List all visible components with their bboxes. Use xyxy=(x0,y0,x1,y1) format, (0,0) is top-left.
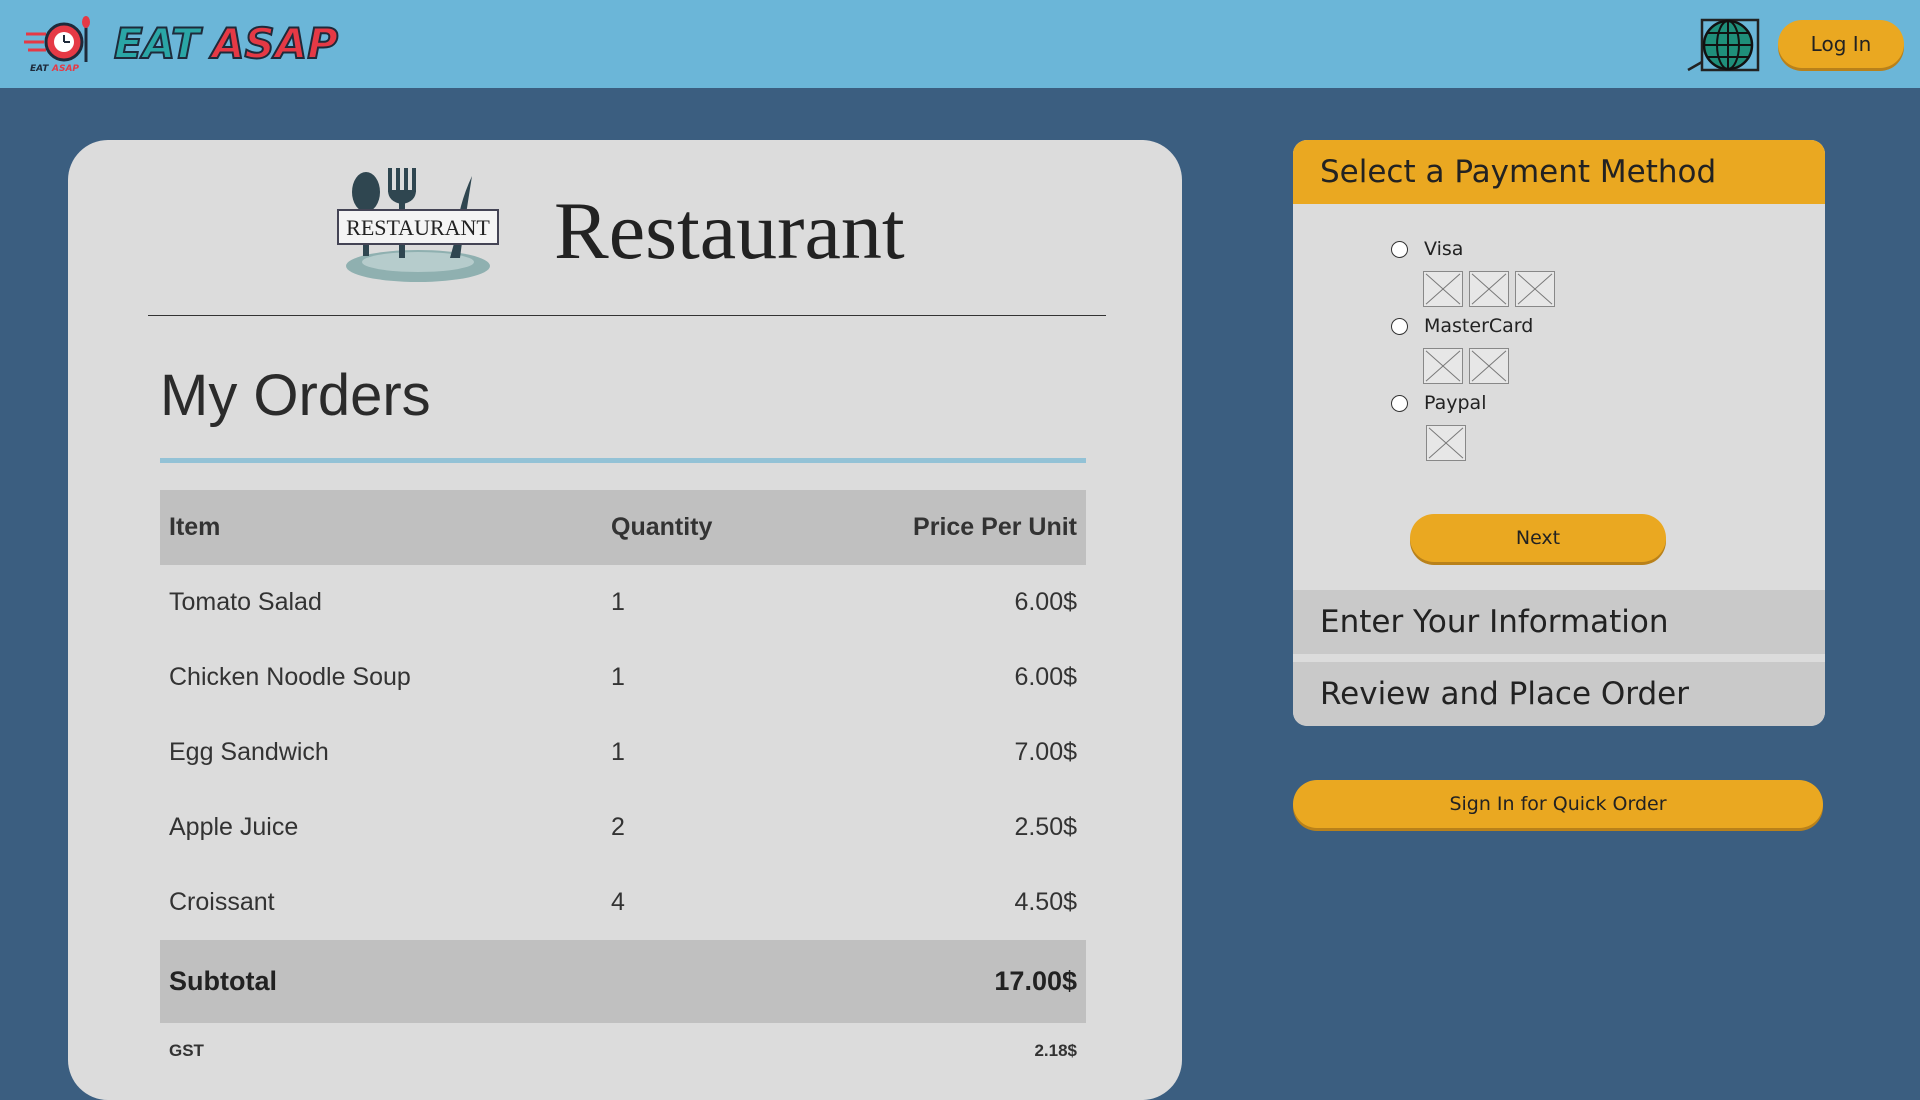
table-row: Tomato Salad 1 6.00$ xyxy=(160,565,1086,640)
page-title: My Orders xyxy=(160,363,431,428)
table-row: Egg Sandwich 1 7.00$ xyxy=(160,715,1086,790)
orders-table: Item Quantity Price Per Unit Tomato Sala… xyxy=(160,490,1086,1079)
svg-text:EAT: EAT xyxy=(114,19,203,68)
visa-radio[interactable] xyxy=(1391,241,1408,258)
column-header-quantity: Quantity xyxy=(611,513,713,541)
item-name: Apple Juice xyxy=(169,813,299,841)
column-header-price: Price Per Unit xyxy=(913,513,1077,541)
visa-label[interactable]: Visa xyxy=(1424,238,1463,260)
globe-icon[interactable] xyxy=(1684,16,1762,74)
next-button[interactable]: Next xyxy=(1410,514,1666,562)
restaurant-name: Restaurant xyxy=(554,185,905,276)
divider xyxy=(148,315,1106,316)
item-price: 6.00$ xyxy=(1014,588,1077,616)
paypal-card-images xyxy=(1426,425,1466,461)
paypal-radio[interactable] xyxy=(1391,395,1408,412)
payment-method-header[interactable]: Select a Payment Method xyxy=(1293,140,1825,204)
restaurant-logo-icon: RESTAURANT xyxy=(337,168,499,282)
top-nav-bar: EAT ASAP EAT ASAP Log In xyxy=(0,0,1920,88)
table-row: Chicken Noodle Soup 1 6.00$ xyxy=(160,640,1086,715)
broken-image-icon xyxy=(1469,271,1509,307)
subtotal-value: 17.00$ xyxy=(994,966,1077,996)
item-price: 6.00$ xyxy=(1014,663,1077,691)
table-row: Apple Juice 2 2.50$ xyxy=(160,790,1086,865)
svg-text:ASAP: ASAP xyxy=(209,19,338,68)
subtotal-row: Subtotal 17.00$ xyxy=(160,940,1086,1023)
broken-image-icon xyxy=(1423,271,1463,307)
mastercard-radio[interactable] xyxy=(1391,318,1408,335)
item-quantity: 1 xyxy=(611,588,625,616)
paypal-label[interactable]: Paypal xyxy=(1424,392,1486,414)
svg-text:EAT: EAT xyxy=(30,64,49,74)
item-quantity: 4 xyxy=(611,888,625,916)
mastercard-card-images xyxy=(1423,348,1509,384)
table-header-row: Item Quantity Price Per Unit xyxy=(160,490,1086,565)
order-card: RESTAURANT Restaurant My Orders Item Qua… xyxy=(68,140,1182,1100)
item-quantity: 2 xyxy=(611,813,625,841)
visa-card-images xyxy=(1423,271,1555,307)
item-price: 7.00$ xyxy=(1014,738,1077,766)
login-button[interactable]: Log In xyxy=(1778,20,1904,68)
title-underline xyxy=(160,458,1086,463)
item-name: Croissant xyxy=(169,888,275,916)
svg-text:ASAP: ASAP xyxy=(51,64,79,74)
gst-row: GST 2.18$ xyxy=(160,1023,1086,1079)
broken-image-icon xyxy=(1469,348,1509,384)
item-price: 2.50$ xyxy=(1014,813,1077,841)
item-quantity: 1 xyxy=(611,738,625,766)
item-name: Chicken Noodle Soup xyxy=(169,663,411,691)
table-row: Croissant 4 4.50$ xyxy=(160,865,1086,940)
column-header-item: Item xyxy=(169,513,221,541)
broken-image-icon xyxy=(1515,271,1555,307)
brand-wordmark[interactable]: EAT ASAP xyxy=(112,14,342,70)
item-name: Egg Sandwich xyxy=(169,738,329,766)
gst-label: GST xyxy=(169,1041,204,1060)
payment-panel: Select a Payment Method Visa MasterCard … xyxy=(1293,140,1825,726)
sign-in-quick-order-button[interactable]: Sign In for Quick Order xyxy=(1293,780,1823,828)
item-price: 4.50$ xyxy=(1014,888,1077,916)
gst-value: 2.18$ xyxy=(1034,1041,1077,1060)
brand-logo-icon[interactable]: EAT ASAP xyxy=(24,14,96,74)
broken-image-icon xyxy=(1426,425,1466,461)
item-name: Tomato Salad xyxy=(169,588,322,616)
enter-information-section[interactable]: Enter Your Information xyxy=(1293,590,1825,654)
review-order-section[interactable]: Review and Place Order xyxy=(1293,662,1825,726)
subtotal-label: Subtotal xyxy=(169,966,277,996)
mastercard-label[interactable]: MasterCard xyxy=(1424,315,1533,337)
restaurant-logo-text: RESTAURANT xyxy=(346,215,490,240)
broken-image-icon xyxy=(1423,348,1463,384)
item-quantity: 1 xyxy=(611,663,625,691)
